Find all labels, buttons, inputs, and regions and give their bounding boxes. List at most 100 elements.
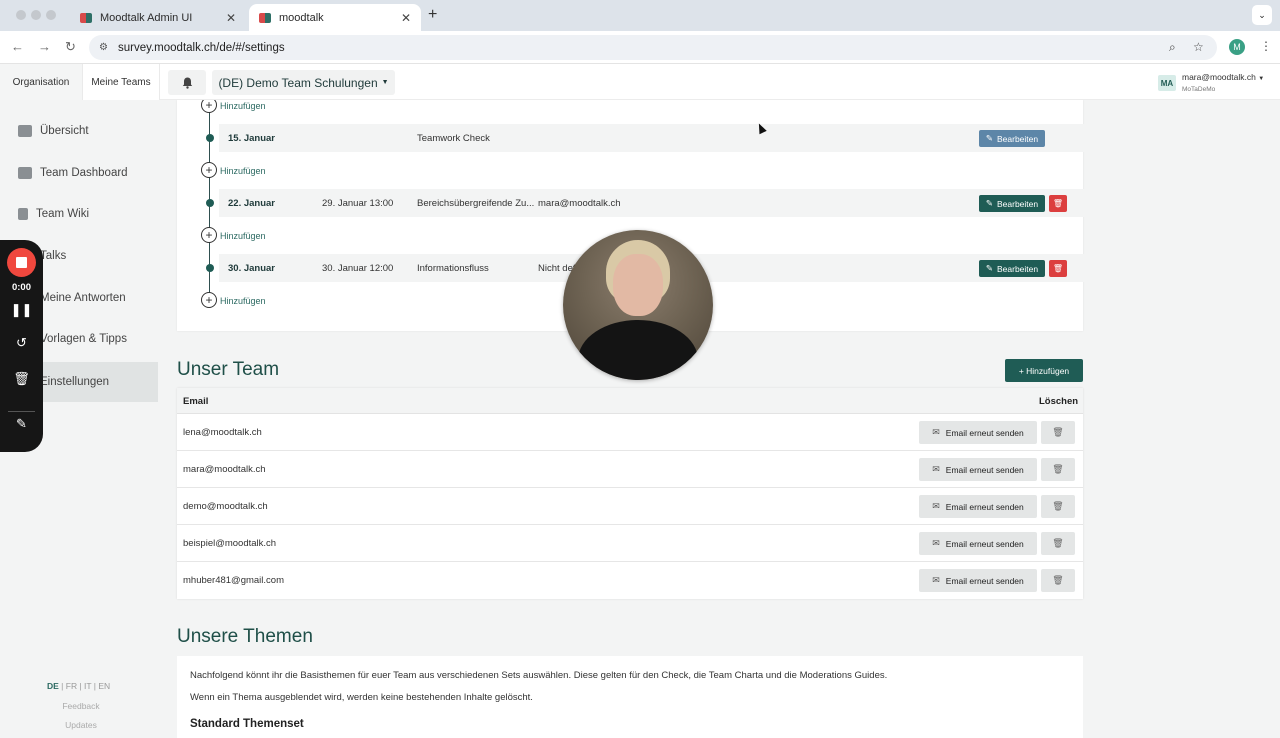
add-circle-icon[interactable]: + xyxy=(201,162,217,178)
add-link[interactable]: Hinzufügen xyxy=(220,166,266,176)
user-email: mara@moodtalk.ch xyxy=(1182,72,1256,82)
envelope-icon: ✉ xyxy=(932,538,940,548)
lang-en[interactable]: EN xyxy=(98,681,110,691)
window-minimize-dot[interactable] xyxy=(31,10,41,20)
envelope-icon: ✉ xyxy=(932,575,940,585)
add-circle-icon[interactable]: + xyxy=(201,292,217,308)
add-member-button[interactable]: + Hinzufügen xyxy=(1005,359,1083,382)
lang-it[interactable]: IT xyxy=(84,681,91,691)
webcam-bubble[interactable] xyxy=(563,230,713,380)
team-select[interactable]: (DE) Demo Team Schulungen ▼ xyxy=(212,70,395,95)
lang-fr[interactable]: FR xyxy=(66,681,77,691)
add-circle-icon[interactable]: + xyxy=(201,100,217,113)
window-close-dot[interactable] xyxy=(16,10,26,20)
sidebar-item-label: Meine Antworten xyxy=(40,292,126,304)
survey-date: 30. Januar xyxy=(228,263,275,274)
sidebar-item-label: Team Wiki xyxy=(36,208,90,220)
trash-icon[interactable]: 🗑 xyxy=(0,371,43,387)
timeline-row: 15. Januar Teamwork Check ✎ Bearbeiten xyxy=(219,124,1085,152)
tab-meine-teams[interactable]: Meine Teams xyxy=(82,64,160,100)
delete-button[interactable]: 🗑 xyxy=(1049,260,1067,277)
profile-avatar[interactable]: M xyxy=(1229,39,1245,55)
window-zoom-dot[interactable] xyxy=(46,10,56,20)
themes-description: Nachfolgend könnt ihr die Basisthemen fü… xyxy=(190,670,888,681)
add-circle-icon[interactable]: + xyxy=(201,227,217,243)
updates-link[interactable]: Updates xyxy=(0,720,162,730)
table-row: mhuber481@gmail.com ✉ Email erneut senden… xyxy=(177,562,1083,599)
language-switcher: DE | FR | IT | EN xyxy=(47,681,111,691)
resend-email-button[interactable]: ✉ Email erneut senden xyxy=(919,495,1037,518)
member-email: mhuber481@gmail.com xyxy=(183,575,284,586)
delete-member-button[interactable]: 🗑 xyxy=(1041,532,1075,555)
tab-organisation[interactable]: Organisation xyxy=(0,64,82,100)
lang-de[interactable]: DE xyxy=(47,681,59,691)
sidebar-item-label: Talks xyxy=(40,250,67,262)
table-header: Email Löschen xyxy=(177,388,1083,414)
envelope-icon: ✉ xyxy=(932,464,940,474)
pencil-icon: ✎ xyxy=(985,198,993,208)
member-email: demo@moodtalk.ch xyxy=(183,501,268,512)
chevron-down-icon[interactable]: ⌄ xyxy=(1252,5,1272,25)
browser-tab-admin[interactable]: Moodtalk Admin UI ✕ xyxy=(70,4,246,31)
pencil-icon[interactable]: ✎ xyxy=(0,416,43,432)
site-settings-icon[interactable]: ⚙ xyxy=(99,42,108,53)
restart-icon[interactable]: ↺ xyxy=(0,335,43,351)
delete-button[interactable]: 🗑 xyxy=(1049,195,1067,212)
edit-button[interactable]: ✎ Bearbeiten xyxy=(979,195,1045,212)
resend-email-button[interactable]: ✉ Email erneut senden xyxy=(919,532,1037,555)
sidebar-item-team-wiki[interactable]: Team Wiki xyxy=(0,194,158,234)
delete-member-button[interactable]: 🗑 xyxy=(1041,569,1075,592)
delete-member-button[interactable]: 🗑 xyxy=(1041,458,1075,481)
webcam-person-body xyxy=(578,320,698,380)
users-icon xyxy=(18,167,32,179)
sidebar-item-label: Einstellungen xyxy=(40,376,110,388)
close-icon[interactable]: ✕ xyxy=(226,11,236,25)
survey-owner: mara@moodtalk.ch xyxy=(538,198,621,209)
sidebar-item-uebersicht[interactable]: Übersicht xyxy=(0,111,158,151)
timeline-dot xyxy=(206,264,214,272)
feedback-link[interactable]: Feedback xyxy=(0,701,162,711)
notifications-button[interactable] xyxy=(168,70,206,95)
trash-icon: 🗑 xyxy=(1052,199,1064,208)
settings-content: + Hinzufügen 15. Januar Teamwork Check ✎… xyxy=(162,100,1280,738)
themes-card: Nachfolgend könnt ihr die Basisthemen fü… xyxy=(177,656,1083,738)
new-tab-plus-icon[interactable]: + xyxy=(428,6,437,24)
bookmark-star-icon[interactable]: ☆ xyxy=(1193,40,1204,54)
user-menu[interactable]: MA mara@moodtalk.ch ▼ MoTaDeMo xyxy=(1158,72,1264,94)
edit-button[interactable]: ✎ Bearbeiten xyxy=(979,260,1045,277)
survey-title: Informationsfluss xyxy=(417,263,489,274)
moodtalk-favicon-icon xyxy=(259,12,271,23)
resend-email-button[interactable]: ✉ Email erneut senden xyxy=(919,458,1037,481)
bell-icon xyxy=(182,77,192,89)
address-bar[interactable]: ⚙ survey.moodtalk.ch/de/#/settings xyxy=(89,35,1217,60)
add-link[interactable]: Hinzufügen xyxy=(220,101,266,111)
edit-button-label: Bearbeiten xyxy=(997,133,1039,144)
add-link[interactable]: Hinzufügen xyxy=(220,231,266,241)
pencil-icon: ✎ xyxy=(985,263,993,273)
back-arrow-icon[interactable]: ← xyxy=(11,39,24,54)
table-row: mara@moodtalk.ch ✉ Email erneut senden 🗑 xyxy=(177,451,1083,488)
resend-email-button[interactable]: ✉ Email erneut senden xyxy=(919,421,1037,444)
add-link[interactable]: Hinzufügen xyxy=(220,296,266,306)
browser-tab-bar: Moodtalk Admin UI ✕ moodtalk ✕ + ⌄ xyxy=(0,0,1280,31)
resend-email-button[interactable]: ✉ Email erneut senden xyxy=(919,569,1037,592)
address-url: survey.moodtalk.ch/de/#/settings xyxy=(117,41,285,54)
table-row: lena@moodtalk.ch ✉ Email erneut senden 🗑 xyxy=(177,414,1083,451)
forward-arrow-icon[interactable]: → xyxy=(38,39,51,54)
delete-member-button[interactable]: 🗑 xyxy=(1041,495,1075,518)
column-email: Email xyxy=(183,396,209,407)
survey-deadline: 29. Januar 13:00 xyxy=(322,198,394,209)
browser-menu-icon[interactable]: ⋮ xyxy=(1260,39,1272,53)
sidebar-item-label: Team Dashboard xyxy=(40,167,128,179)
delete-member-button[interactable]: 🗑 xyxy=(1041,421,1075,444)
browser-tab-moodtalk[interactable]: moodtalk ✕ xyxy=(249,4,421,31)
stop-recording-button[interactable] xyxy=(7,248,36,277)
close-icon[interactable]: ✕ xyxy=(401,11,411,25)
edit-button[interactable]: ✎ Bearbeiten xyxy=(979,130,1045,147)
member-email: lena@moodtalk.ch xyxy=(183,427,262,438)
pause-icon[interactable]: ❚❚ xyxy=(0,302,43,318)
sidebar-item-team-dashboard[interactable]: Team Dashboard xyxy=(0,153,158,193)
reload-icon[interactable]: ↻ xyxy=(65,39,76,55)
zoom-search-icon[interactable]: ⌕ xyxy=(1169,40,1176,55)
browser-tab-title: moodtalk xyxy=(279,11,324,24)
